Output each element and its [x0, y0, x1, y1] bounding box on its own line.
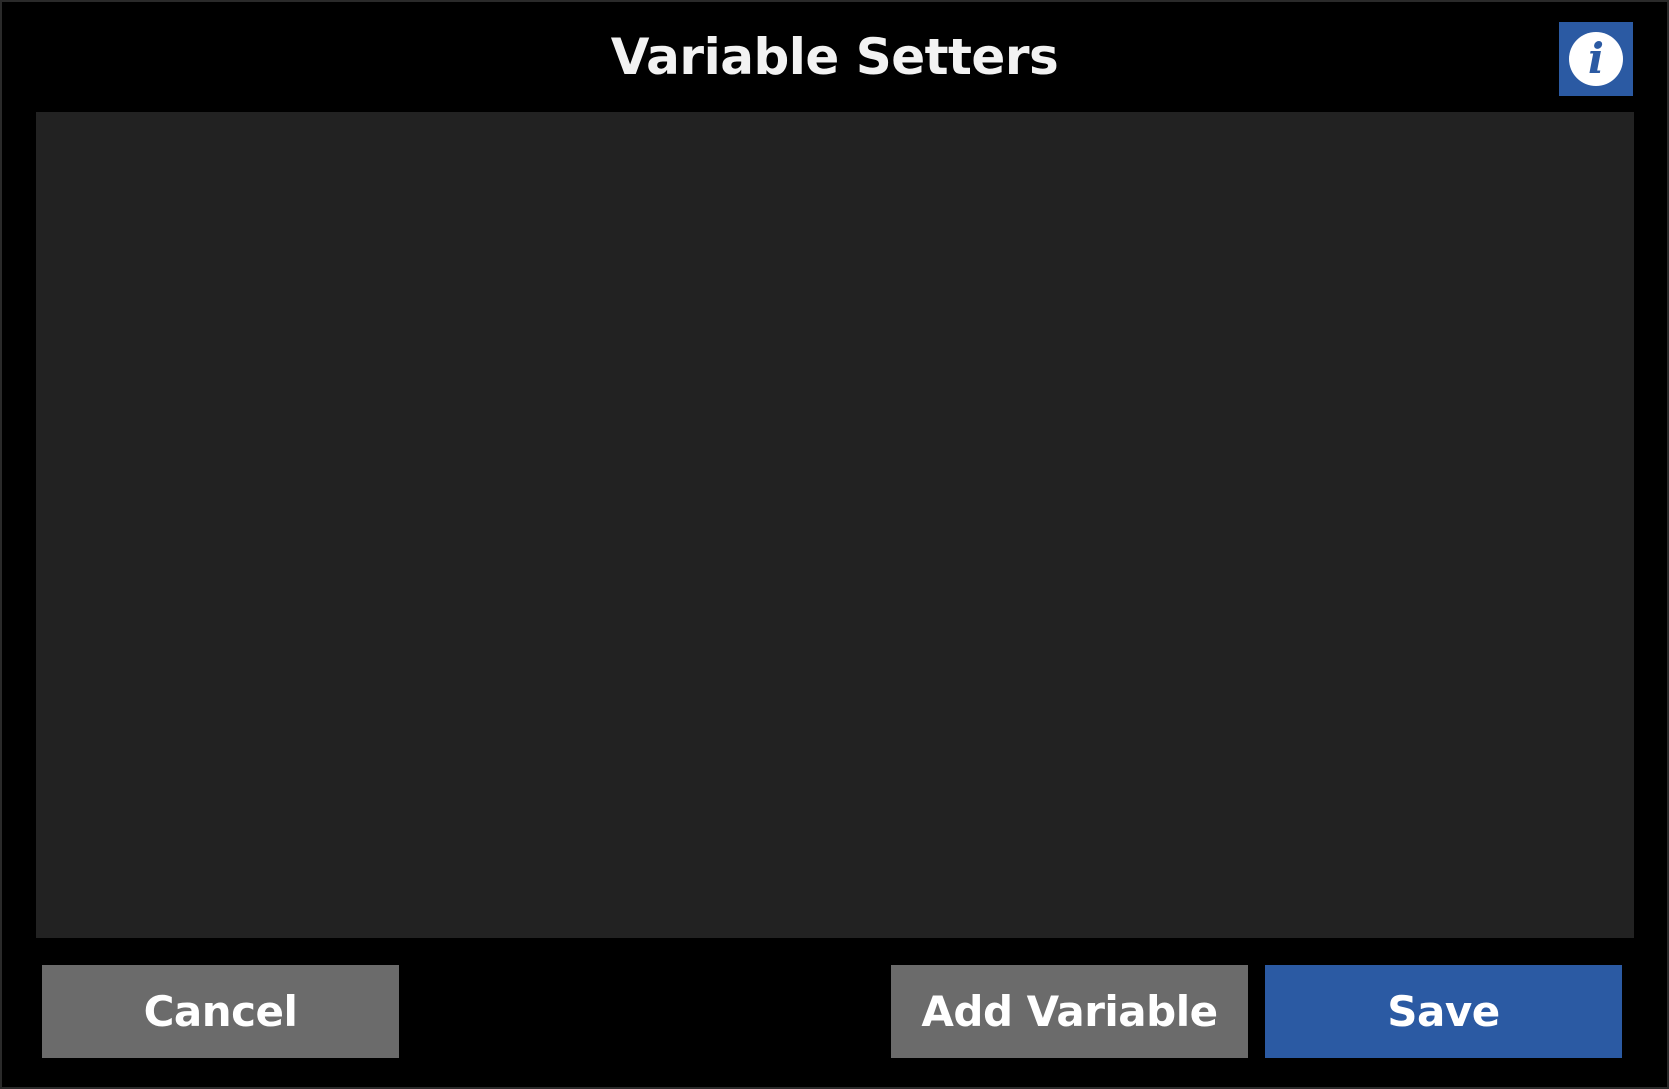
- dialog-title: Variable Setters: [610, 28, 1059, 86]
- variables-list-panel: [36, 112, 1634, 938]
- info-icon: i: [1569, 32, 1623, 86]
- variable-setters-dialog: Variable Setters i Cancel Add Variable S…: [0, 0, 1669, 1089]
- info-button[interactable]: i: [1559, 22, 1633, 96]
- add-variable-button[interactable]: Add Variable: [891, 965, 1248, 1058]
- cancel-button[interactable]: Cancel: [42, 965, 399, 1058]
- save-button[interactable]: Save: [1265, 965, 1622, 1058]
